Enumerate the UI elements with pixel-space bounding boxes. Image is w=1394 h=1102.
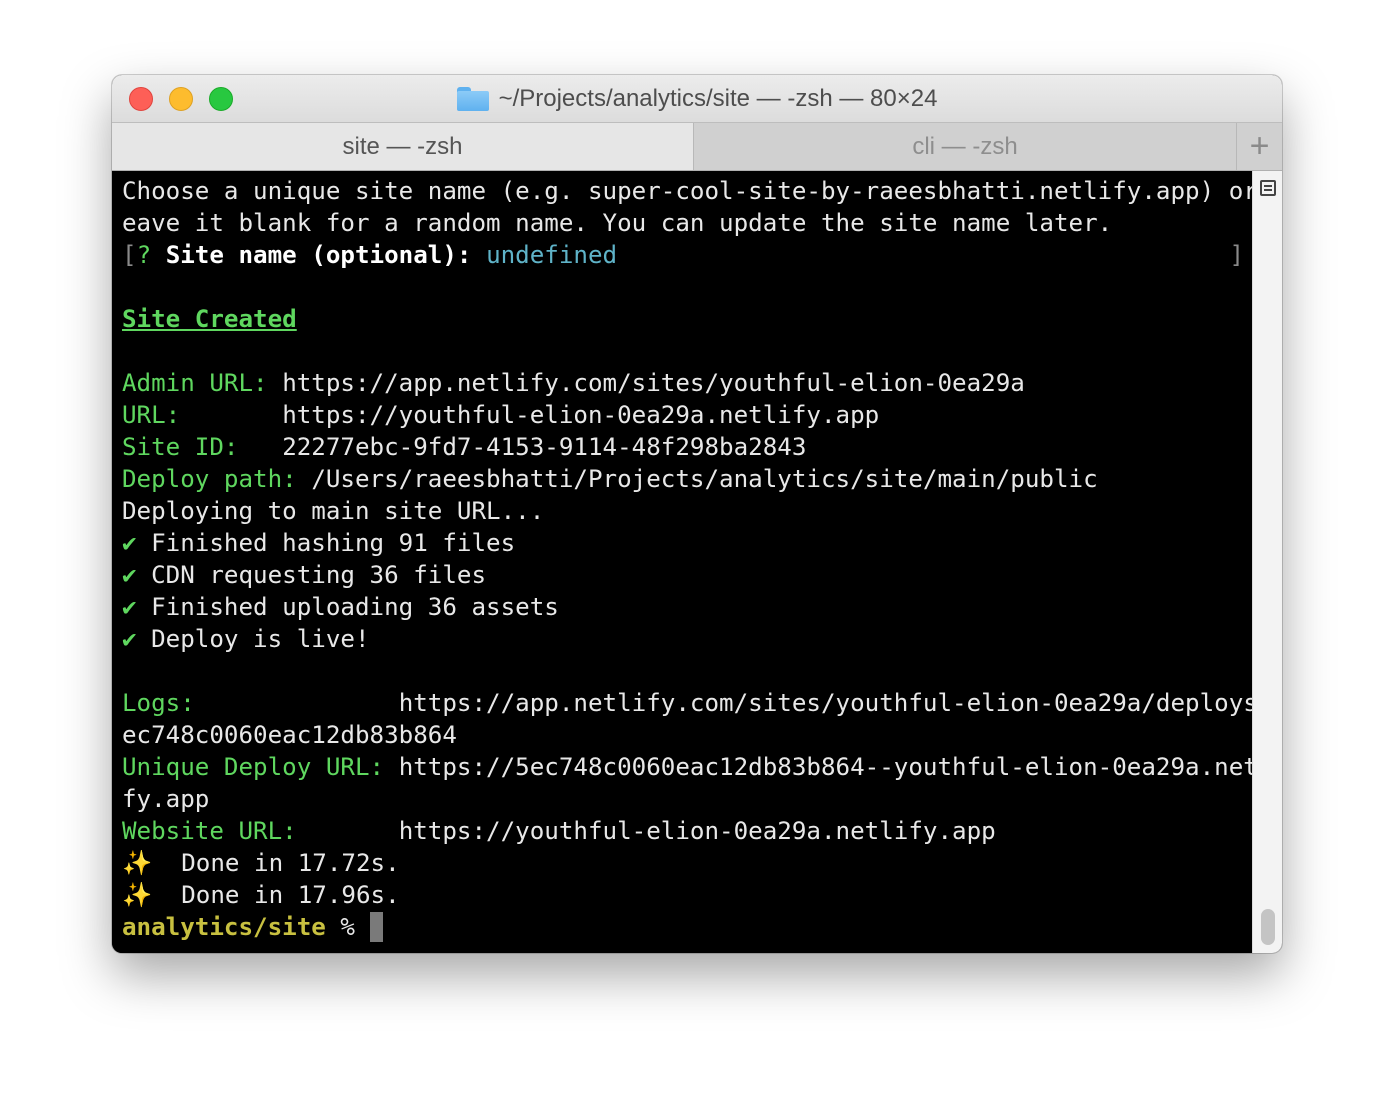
- tab-site-label: site — -zsh: [342, 132, 463, 160]
- tab-bar: site — -zsh cli — -zsh +: [112, 122, 1282, 171]
- step-line: ✔ Deploy is live!: [122, 623, 1252, 655]
- done-line: ✨ Done in 17.96s.: [122, 879, 1252, 911]
- window-title: ~/Projects/analytics/site — -zsh — 80×24: [456, 84, 938, 113]
- text-cursor: [369, 912, 383, 942]
- admin-url-value[interactable]: https://app.netlify.com/sites/youthful-e…: [282, 369, 1025, 397]
- title-bar[interactable]: ~/Projects/analytics/site — -zsh — 80×24: [112, 75, 1282, 122]
- unique-deploy-url-line: Unique Deploy URL: https://5ec748c0060ea…: [122, 751, 1282, 783]
- site-name-prompt: [? Site name (optional): undefined]: [122, 239, 1252, 271]
- done-text: Done in 17.72s.: [152, 849, 400, 877]
- step-text: Finished uploading 36 assets: [136, 593, 559, 621]
- plus-icon: +: [1249, 127, 1270, 165]
- done-text: Done in 17.96s.: [152, 881, 400, 909]
- scrollbar[interactable]: [1252, 171, 1282, 953]
- logs-line-wrap[interactable]: ec748c0060eac12db83b864: [122, 719, 1252, 751]
- unique-deploy-url-value[interactable]: https://5ec748c0060eac12db83b864--youthf…: [399, 753, 1282, 781]
- zoom-button[interactable]: [209, 87, 233, 111]
- window-controls: [129, 87, 233, 111]
- site-created-line: Site Created: [122, 303, 1252, 335]
- deploy-path-label: Deploy path:: [122, 465, 312, 493]
- checkmark-icon: ✔: [122, 561, 137, 589]
- tab-cli[interactable]: cli — -zsh: [694, 123, 1236, 170]
- unique-deploy-url-label: Unique Deploy URL:: [122, 753, 399, 781]
- deploy-path-line: Deploy path: /Users/raeesbhatti/Projects…: [122, 463, 1252, 495]
- shell-prompt-line[interactable]: analytics/site %: [122, 911, 1252, 943]
- checkmark-icon: ✔: [122, 625, 137, 653]
- admin-url-label: Admin URL:: [122, 369, 283, 397]
- prompt-close-bracket: ]: [1229, 241, 1244, 269]
- site-id-value: 22277ebc-9fd7-4153-9114-48f298ba2843: [282, 433, 807, 461]
- prompt-value: undefined: [486, 241, 618, 269]
- sparkle-icon: ✨: [122, 849, 153, 877]
- step-line: ✔ Finished hashing 91 files: [122, 527, 1252, 559]
- folder-icon: [456, 86, 489, 111]
- site-created-heading: Site Created: [122, 305, 297, 333]
- tab-cli-label: cli — -zsh: [912, 132, 1018, 160]
- url-value[interactable]: https://youthful-elion-0ea29a.netlify.ap…: [282, 401, 879, 429]
- prompt-open-bracket: [: [122, 241, 137, 269]
- terminal-output[interactable]: Choose a unique site name (e.g. super-co…: [112, 171, 1282, 953]
- sparkle-icon: ✨: [122, 881, 153, 909]
- deploy-path-value: /Users/raeesbhatti/Projects/analytics/si…: [311, 465, 1098, 493]
- site-id-line: Site ID: 22277ebc-9fd7-4153-9114-48f298b…: [122, 431, 1252, 463]
- new-tab-button[interactable]: +: [1236, 123, 1282, 170]
- terminal-window: ~/Projects/analytics/site — -zsh — 80×24…: [112, 75, 1282, 953]
- shell-prompt-symbol: %: [325, 913, 370, 941]
- checkmark-icon: ✔: [122, 593, 137, 621]
- unique-deploy-url-wrap[interactable]: fy.app: [122, 783, 1252, 815]
- logs-value[interactable]: https://app.netlify.com/sites/youthful-e…: [399, 689, 1282, 717]
- done-line: ✨ Done in 17.72s.: [122, 847, 1252, 879]
- close-button[interactable]: [129, 87, 153, 111]
- shell-path: analytics/site: [122, 913, 326, 941]
- minimize-button[interactable]: [169, 87, 193, 111]
- deploying-line: Deploying to main site URL...: [122, 497, 545, 525]
- question-mark: ?: [136, 241, 166, 269]
- website-url-line: Website URL: https://youthful-elion-0ea2…: [122, 815, 1252, 847]
- url-label: URL:: [122, 401, 283, 429]
- terminal-line: eave it blank for a random name. You can…: [122, 209, 1113, 237]
- admin-url-line: Admin URL: https://app.netlify.com/sites…: [122, 367, 1252, 399]
- website-url-label: Website URL:: [122, 817, 399, 845]
- window-title-text: ~/Projects/analytics/site — -zsh — 80×24: [498, 84, 938, 112]
- step-text: Deploy is live!: [136, 625, 370, 653]
- checkmark-icon: ✔: [122, 529, 137, 557]
- step-text: CDN requesting 36 files: [136, 561, 487, 589]
- step-line: ✔ CDN requesting 36 files: [122, 559, 1252, 591]
- step-text: Finished hashing 91 files: [136, 529, 516, 557]
- logs-line: Logs: https://app.netlify.com/sites/yout…: [122, 687, 1282, 719]
- tab-site[interactable]: site — -zsh: [112, 123, 694, 170]
- site-id-label: Site ID:: [122, 433, 283, 461]
- scrollbar-thumb[interactable]: [1261, 909, 1275, 945]
- website-url-value[interactable]: https://youthful-elion-0ea29a.netlify.ap…: [399, 817, 996, 845]
- terminal-line: Choose a unique site name (e.g. super-co…: [122, 177, 1282, 205]
- prompt-label: Site name (optional):: [165, 241, 487, 269]
- url-line: URL: https://youthful-elion-0ea29a.netli…: [122, 399, 1252, 431]
- logs-label: Logs:: [122, 689, 399, 717]
- step-line: ✔ Finished uploading 36 assets: [122, 591, 1252, 623]
- split-pane-icon[interactable]: [1260, 180, 1276, 196]
